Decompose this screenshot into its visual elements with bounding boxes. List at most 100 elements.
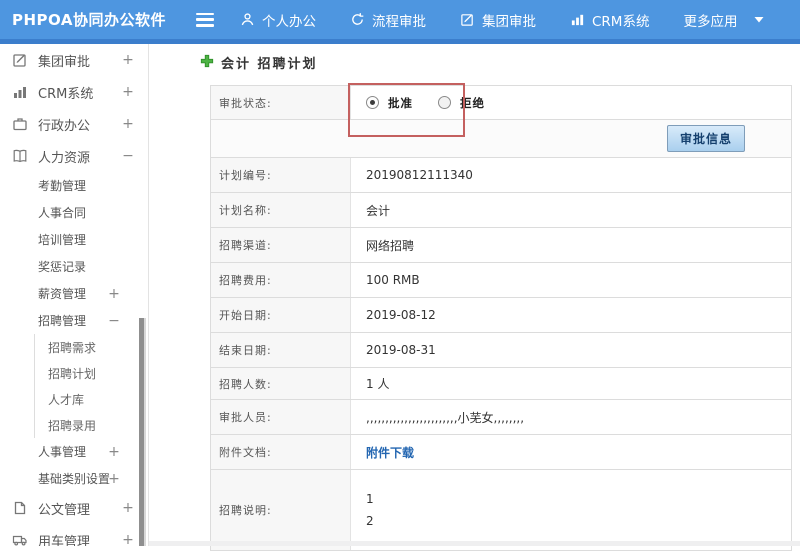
- table-row: 审批人员: ,,,,,,,,,,,,,,,,,,,,,,,,小芜女,,,,,,,…: [211, 400, 791, 435]
- collapse-toggle[interactable]: −: [122, 148, 134, 164]
- nav-crm[interactable]: CRM系统: [570, 10, 649, 30]
- sidebar-item-group-approval[interactable]: 集团审批 +: [0, 44, 148, 76]
- table-row: 结束日期: 2019-08-31: [211, 333, 791, 368]
- radio-approve[interactable]: [366, 96, 379, 109]
- row-label: 招聘渠道:: [211, 228, 351, 262]
- top-nav: 个人办公 流程审批 集团审批 CRM系统 更多应用: [240, 10, 764, 30]
- row-value: 2019-08-12: [366, 308, 436, 322]
- sidebar-item-recruit-plan[interactable]: 招聘计划: [34, 360, 148, 386]
- sidebar-item-personnel-mgmt[interactable]: 人事管理 +: [0, 438, 148, 465]
- row-label: 附件文档:: [211, 435, 351, 469]
- expand-toggle[interactable]: +: [108, 286, 120, 302]
- expand-toggle[interactable]: +: [108, 444, 120, 460]
- top-navigation-bar: PHPOA协同办公软件 个人办公 流程审批 集团审批 CRM系统 更多应用: [0, 0, 800, 44]
- sidebar-item-label: 培训管理: [38, 233, 87, 247]
- table-row-actions: 审批信息: [211, 120, 791, 158]
- add-plus-icon[interactable]: [200, 53, 214, 72]
- row-label: 计划名称:: [211, 193, 351, 227]
- table-row: 招聘渠道: 网络招聘: [211, 228, 791, 263]
- sidebar-item-talent-pool[interactable]: 人才库: [34, 386, 148, 412]
- sidebar-item-recruit-hire[interactable]: 招聘录用: [34, 412, 148, 438]
- row-value: 1 人: [366, 377, 390, 391]
- sidebar: 集团审批 + CRM系统 + 行政办公 + 人力资源 − 考勤管理 人事合同 培…: [0, 44, 149, 546]
- sidebar-item-label: 考勤管理: [38, 179, 87, 193]
- row-label: 招聘人数:: [211, 368, 351, 399]
- sidebar-item-doc-mgmt[interactable]: 公文管理 +: [0, 492, 148, 524]
- sidebar-item-rewards[interactable]: 奖惩记录: [0, 253, 148, 280]
- attachment-download-link[interactable]: 附件下载: [366, 444, 414, 461]
- row-label: 计划编号:: [211, 158, 351, 192]
- nav-personal-office[interactable]: 个人办公: [240, 10, 316, 30]
- sidebar-item-attendance[interactable]: 考勤管理: [0, 172, 148, 199]
- sidebar-item-hr[interactable]: 人力资源 −: [0, 140, 148, 172]
- expand-toggle[interactable]: +: [108, 471, 120, 487]
- row-value: 会计: [366, 203, 391, 218]
- hamburger-menu-icon[interactable]: [196, 12, 214, 27]
- table-row: 招聘费用: 100 RMB: [211, 263, 791, 298]
- row-label: 结束日期:: [211, 333, 351, 367]
- sidebar-item-label: 招聘计划: [48, 366, 97, 381]
- sidebar-item-label: 人事管理: [38, 445, 87, 459]
- description-line: 1: [366, 492, 374, 506]
- table-row-attachment: 附件文档: 附件下载: [211, 435, 791, 470]
- caret-down-icon: [754, 16, 764, 23]
- bar-chart-icon: [570, 12, 585, 27]
- sidebar-item-label: 奖惩记录: [38, 260, 87, 274]
- main-content: 会计 招聘计划 审批状态: 批准 拒绝 审批信息 计划编号: 201908121…: [149, 44, 800, 551]
- briefcase-icon: [12, 116, 28, 132]
- sidebar-item-admin-office[interactable]: 行政办公 +: [0, 108, 148, 140]
- sidebar-item-training[interactable]: 培训管理: [0, 226, 148, 253]
- footer-strip: [149, 541, 800, 546]
- sidebar-item-vehicle-mgmt[interactable]: 用车管理 +: [0, 524, 148, 546]
- nav-label: 流程审批: [372, 13, 426, 30]
- nav-label: CRM系统: [592, 13, 650, 30]
- table-row-description: 招聘说明: 1 2: [211, 470, 791, 551]
- edit-icon: [460, 12, 475, 27]
- truck-icon: [12, 532, 28, 546]
- expand-toggle[interactable]: +: [122, 52, 134, 68]
- expand-toggle[interactable]: +: [122, 532, 134, 546]
- breadcrumb: 会计 招聘计划: [200, 53, 318, 72]
- row-label: 招聘说明:: [211, 470, 351, 550]
- person-icon: [240, 12, 255, 27]
- page-title: 会计 招聘计划: [221, 57, 318, 72]
- row-label: 审批状态:: [211, 86, 351, 119]
- radio-reject[interactable]: [438, 96, 451, 109]
- table-row: 开始日期: 2019-08-12: [211, 298, 791, 333]
- table-row: 计划编号: 20190812111340: [211, 158, 791, 193]
- row-value: ,,,,,,,,,,,,,,,,,,,,,,,,小芜女,,,,,,,,: [366, 410, 525, 425]
- app-title: PHPOA协同办公软件: [12, 11, 166, 29]
- book-icon: [12, 148, 28, 164]
- sidebar-item-recruit-mgmt[interactable]: 招聘管理 −: [0, 307, 148, 334]
- sidebar-item-label: 人才库: [48, 392, 85, 407]
- sidebar-item-base-category[interactable]: 基础类别设置 +: [0, 465, 148, 492]
- row-label: 招聘费用:: [211, 263, 351, 297]
- nav-process-approval[interactable]: 流程审批: [350, 10, 426, 30]
- collapse-toggle[interactable]: −: [108, 313, 120, 329]
- row-value: 100 RMB: [366, 273, 420, 287]
- sidebar-item-label: 招聘录用: [48, 418, 97, 433]
- approval-info-button[interactable]: 审批信息: [666, 125, 745, 152]
- document-icon: [12, 500, 28, 516]
- row-value: 20190812111340: [366, 168, 473, 182]
- sidebar-item-recruit-demand[interactable]: 招聘需求: [34, 334, 148, 360]
- nav-group-approval[interactable]: 集团审批: [460, 10, 536, 30]
- recruit-plan-detail-table: 审批状态: 批准 拒绝 审批信息 计划编号: 20190812111340 计划…: [210, 85, 792, 551]
- radio-reject-label[interactable]: 拒绝: [460, 95, 485, 111]
- expand-toggle[interactable]: +: [122, 500, 134, 516]
- table-row: 计划名称: 会计: [211, 193, 791, 228]
- table-row-status: 审批状态: 批准 拒绝: [211, 86, 791, 120]
- sidebar-scrollbar[interactable]: [139, 318, 146, 546]
- row-value: 2019-08-31: [366, 343, 436, 357]
- nav-label: 更多应用: [683, 13, 738, 30]
- nav-more-apps[interactable]: 更多应用: [683, 10, 764, 30]
- row-label: 开始日期:: [211, 298, 351, 332]
- expand-toggle[interactable]: +: [122, 116, 134, 132]
- expand-toggle[interactable]: +: [122, 84, 134, 100]
- sidebar-item-crm[interactable]: CRM系统 +: [0, 76, 148, 108]
- sidebar-item-hr-contract[interactable]: 人事合同: [0, 199, 148, 226]
- radio-approve-label[interactable]: 批准: [388, 95, 413, 111]
- bar-chart-icon: [12, 84, 28, 100]
- sidebar-item-salary[interactable]: 薪资管理 +: [0, 280, 148, 307]
- sidebar-item-label: 人事合同: [38, 206, 87, 220]
